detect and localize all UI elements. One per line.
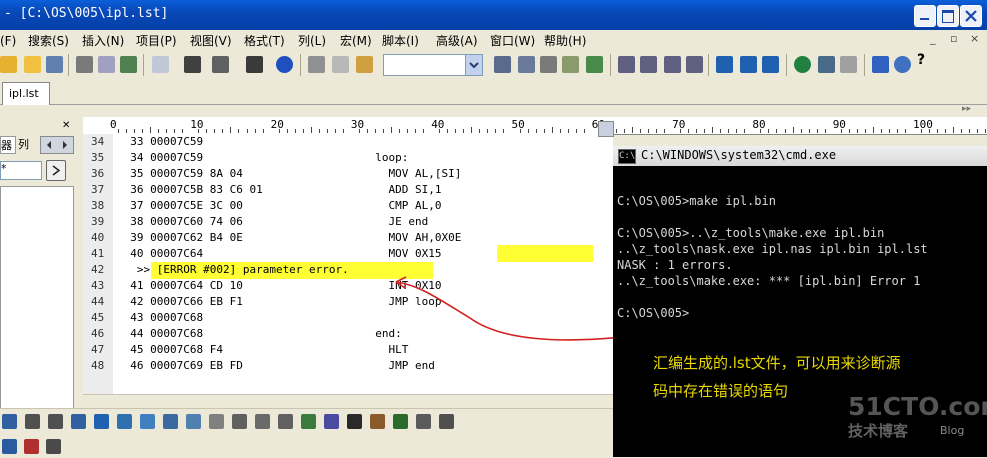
html-tool-icon[interactable] bbox=[232, 414, 247, 429]
cmd-line: ..\z_tools\make.exe: *** [ipl.bin] Error… bbox=[617, 274, 921, 288]
watermark-tagline: 技术博客 bbox=[848, 422, 909, 440]
html-tool-icon[interactable] bbox=[117, 414, 132, 429]
cmd-line: C:\OS\005>make ipl.bin bbox=[617, 194, 776, 208]
html-tool-icon[interactable] bbox=[140, 414, 155, 429]
cmd-title-bar[interactable]: C:\ C:\WINDOWS\system32\cmd.exe bbox=[613, 146, 987, 166]
html-tool-icon[interactable] bbox=[2, 439, 17, 454]
html-tool-icon[interactable] bbox=[301, 414, 316, 429]
html-tool-icon[interactable] bbox=[71, 414, 86, 429]
watermark-blog: Blog bbox=[940, 424, 965, 437]
html-tool-icon[interactable] bbox=[370, 414, 385, 429]
html-tool-icon[interactable] bbox=[255, 414, 270, 429]
html-tool-icon[interactable] bbox=[163, 414, 178, 429]
html-tool-icon[interactable] bbox=[94, 414, 109, 429]
annotation-note-line2: 码中存在错误的语句 bbox=[653, 382, 789, 400]
html-tool-icon[interactable] bbox=[393, 414, 408, 429]
html-tool-icon[interactable] bbox=[186, 414, 201, 429]
cmd-line: C:\OS\005> bbox=[617, 306, 690, 320]
html-tool-icon[interactable] bbox=[324, 414, 339, 429]
html-tool-icon[interactable] bbox=[2, 414, 17, 429]
cmd-prompt-icon: C:\ bbox=[618, 149, 636, 164]
html-tool-icon[interactable] bbox=[25, 414, 40, 429]
html-tool-icon[interactable] bbox=[48, 414, 63, 429]
html-tool-icon[interactable] bbox=[439, 414, 454, 429]
html-tool-icon[interactable] bbox=[347, 414, 362, 429]
html-tool-icon[interactable] bbox=[209, 414, 224, 429]
cmd-window-title: C:\WINDOWS\system32\cmd.exe bbox=[641, 148, 837, 162]
html-tool-icon[interactable] bbox=[278, 414, 293, 429]
html-tool-icon[interactable] bbox=[416, 414, 431, 429]
html-tool-icon[interactable] bbox=[24, 439, 39, 454]
annotation-note-line1: 汇编生成的.lst文件，可以用来诊断源 bbox=[653, 354, 901, 372]
cmd-line: C:\OS\005>..\z_tools\make.exe ipl.bin bbox=[617, 226, 885, 240]
watermark-brand: 51CTO.com bbox=[848, 392, 987, 421]
html-tool-icon[interactable] bbox=[46, 439, 61, 454]
cmd-line: ..\z_tools\nask.exe ipl.nas ipl.bin ipl.… bbox=[617, 242, 928, 256]
cmd-line: NASK : 1 errors. bbox=[617, 258, 733, 272]
